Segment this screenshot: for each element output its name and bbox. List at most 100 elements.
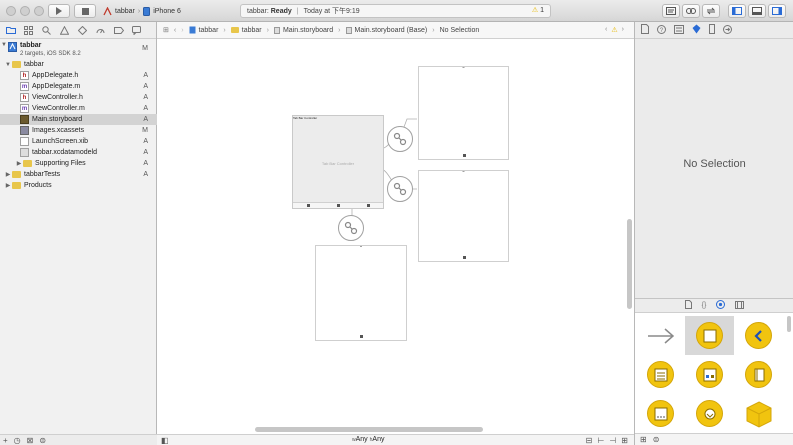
tree-row-group[interactable]: ▶ Supporting Files A [0, 158, 157, 169]
version-editor-icon [706, 7, 716, 15]
debug-navigator-tab[interactable] [95, 25, 106, 36]
relationship-segue-icon[interactable] [387, 176, 413, 202]
implementation-file-icon: m [20, 82, 29, 91]
tab-bar-controller-scene[interactable]: Tab Bar Controller Tab Bar Controller [292, 115, 384, 209]
library-item-collection-view-controller[interactable] [685, 355, 734, 394]
object-library-tab[interactable] [716, 300, 726, 311]
media-library-tab[interactable] [735, 300, 745, 311]
document-outline-toggle-icon[interactable]: ◧ [161, 436, 169, 445]
tree-row-file[interactable]: tabbar.xcdatamodeld A [0, 147, 157, 158]
report-navigator-tab[interactable] [131, 25, 142, 36]
library-item-glkit-view-controller[interactable] [734, 394, 783, 433]
relationship-segue-icon[interactable] [338, 215, 364, 241]
quick-help-tab[interactable]: ? [657, 24, 666, 36]
align-icon[interactable]: ⊟ [586, 436, 593, 445]
scm-status-badge: A [143, 149, 148, 156]
tree-row-group[interactable]: ▼ tabbar [0, 59, 157, 70]
library-item-tab-bar-controller[interactable] [636, 394, 685, 433]
version-editor-button[interactable] [702, 4, 720, 18]
size-class-control[interactable]: wAny hAny [352, 436, 384, 443]
tree-row-file[interactable]: Images.xcassets M [0, 125, 157, 136]
stop-button[interactable] [74, 4, 96, 18]
tree-row-file[interactable]: h AppDelegate.h A [0, 70, 157, 81]
symbol-icon [24, 25, 33, 35]
scm-filter-icon[interactable]: ⊠ [27, 436, 34, 445]
tree-row-file[interactable]: m ViewController.m A [0, 103, 157, 114]
toggle-utilities-button[interactable] [768, 4, 786, 18]
attributes-inspector-tab[interactable] [692, 24, 701, 36]
library-item-view-controller[interactable] [685, 316, 734, 355]
horizontal-scrollbar[interactable] [255, 427, 483, 432]
breadcrumb-selection[interactable]: No Selection [440, 27, 480, 34]
test-navigator-tab[interactable] [77, 25, 88, 36]
scheme-target-label: tabbar [115, 7, 135, 15]
issue-navigator-tab[interactable] [59, 25, 70, 36]
related-items-icon[interactable]: ⊞ [163, 26, 169, 34]
vertical-scrollbar[interactable] [627, 219, 632, 309]
warning-triangle-icon [60, 25, 69, 35]
size-inspector-tab[interactable] [709, 24, 715, 36]
standard-editor-button[interactable] [662, 4, 680, 18]
connections-inspector-tab[interactable] [723, 24, 732, 36]
tab-bar-item-icon [367, 204, 370, 207]
scm-status-badge: A [143, 83, 148, 90]
storyboard-canvas[interactable]: ▬ ▬ Tab Bar Controller Tab Bar Controlle… [157, 39, 634, 434]
tree-row-file-selected[interactable]: Main.storyboard A [0, 114, 157, 125]
warning-indicator[interactable]: ⚠ 1 [532, 6, 544, 14]
tree-row-group[interactable]: ▶ tabbarTests A [0, 169, 157, 180]
tree-row-file[interactable]: h ViewController.h A [0, 92, 157, 103]
tab-bar-item-marker [360, 335, 363, 338]
find-navigator-tab[interactable] [41, 25, 52, 36]
scheme-selector[interactable]: tabbar › iPhone 6 [103, 5, 181, 17]
symbol-navigator-tab[interactable] [23, 25, 34, 36]
minimize-window-button[interactable] [20, 6, 30, 16]
view-controller-scene[interactable]: ▬ [418, 170, 509, 262]
close-window-button[interactable] [6, 6, 16, 16]
breadcrumb-project[interactable]: tabbar [189, 26, 218, 34]
breadcrumb-file[interactable]: Main.storyboard [273, 26, 333, 34]
breadcrumb-group[interactable]: tabbar [230, 27, 262, 34]
resolve-issues-icon[interactable]: ⊣ [609, 436, 616, 445]
library-item-page-view-controller[interactable] [734, 355, 783, 394]
file-inspector-tab[interactable] [641, 24, 649, 36]
tree-row-label: Main.storyboard [32, 116, 83, 123]
add-icon[interactable]: + [3, 436, 8, 445]
iphone-icon [143, 6, 151, 16]
library-item-navigation-controller[interactable] [734, 316, 783, 355]
tree-row-project[interactable]: ▼ tabbar 2 targets, iOS SDK 8.2 M [0, 41, 157, 61]
library-item-table-view-controller[interactable] [636, 355, 685, 394]
issue-stepper[interactable]: ‹ ⚠ › [605, 26, 624, 34]
project-navigator-tab[interactable] [5, 25, 16, 36]
file-template-library-tab[interactable] [684, 300, 692, 311]
bottom-panel-icon [752, 7, 762, 15]
tree-row-file[interactable]: LaunchScreen.xib A [0, 136, 157, 147]
toggle-debug-area-button[interactable] [748, 4, 766, 18]
clock-icon[interactable]: ◷ [14, 436, 21, 445]
tab-bar-item-marker [462, 256, 466, 259]
zoom-window-button[interactable] [34, 6, 44, 16]
relationship-segue-icon[interactable] [387, 126, 413, 152]
resizing-icon[interactable]: ⊞ [621, 436, 628, 445]
library-scrollbar[interactable] [787, 316, 791, 332]
tree-row-group[interactable]: ▶ Products [0, 180, 157, 191]
breadcrumb-localization[interactable]: Main.storyboard (Base) [345, 26, 427, 34]
breakpoint-navigator-tab[interactable] [113, 25, 124, 36]
filter-icon[interactable]: ⊜ [653, 435, 660, 444]
assistant-editor-button[interactable] [682, 4, 700, 18]
tree-row-file[interactable]: m AppDelegate.m A [0, 81, 157, 92]
view-controller-scene[interactable]: ▬ [418, 66, 509, 160]
view-controller-scene[interactable]: ▬ [315, 245, 407, 341]
code-snippet-library-tab[interactable]: {} [702, 302, 707, 309]
pin-icon[interactable]: ⊢ [597, 436, 604, 445]
identity-inspector-tab[interactable] [674, 24, 684, 36]
grid-view-icon[interactable]: ⊞ [640, 435, 647, 444]
attributes-icon [692, 24, 701, 34]
back-icon[interactable]: ‹ [174, 27, 176, 34]
tree-row-label: tabbar [20, 42, 42, 49]
toggle-navigator-button[interactable] [728, 4, 746, 18]
forward-icon[interactable]: › [181, 27, 183, 34]
run-button[interactable] [48, 4, 70, 18]
library-item-split-view-controller[interactable] [685, 394, 734, 433]
library-item-storyboard-entry-point[interactable] [636, 316, 685, 355]
filter-icon[interactable]: ⊜ [39, 436, 46, 445]
